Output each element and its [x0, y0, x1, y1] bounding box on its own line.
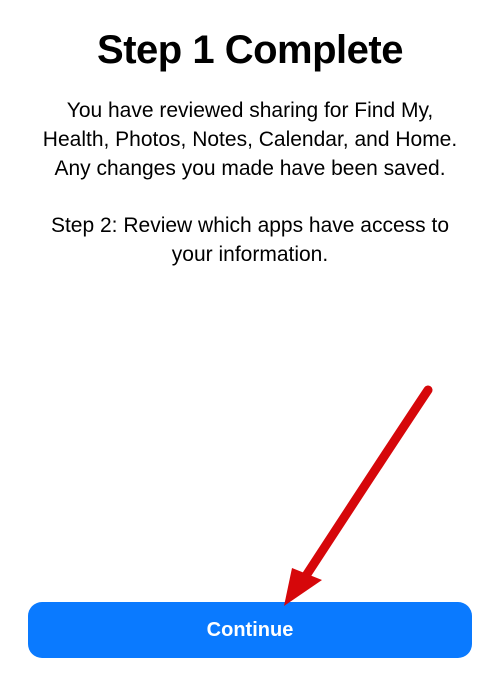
- body-paragraph-1: You have reviewed sharing for Find My, H…: [36, 97, 464, 184]
- body-paragraph-2: Step 2: Review which apps have access to…: [36, 212, 464, 270]
- page-title: Step 1 Complete: [28, 28, 472, 73]
- continue-button-label: Continue: [207, 619, 294, 642]
- continue-button[interactable]: Continue: [28, 602, 472, 658]
- body-copy: You have reviewed sharing for Find My, H…: [28, 97, 472, 270]
